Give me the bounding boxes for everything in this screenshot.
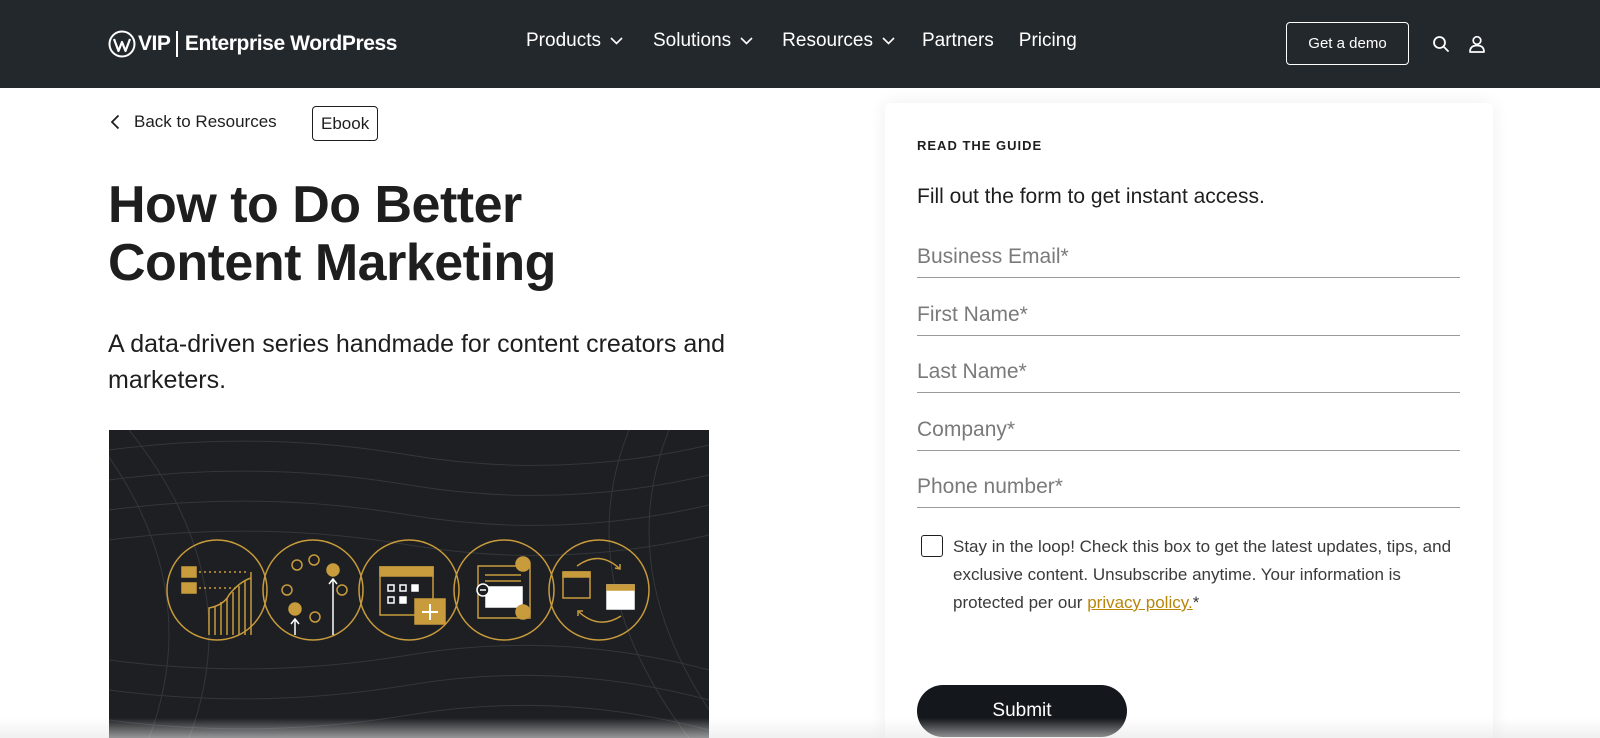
consent-checkbox[interactable] — [921, 535, 943, 557]
page-title: How to Do Better Content Marketing — [108, 176, 748, 292]
back-link-label: Back to Resources — [134, 112, 277, 131]
title-line-1: How to Do Better — [108, 176, 522, 234]
hero-illustration — [109, 430, 709, 738]
audience-icon — [262, 539, 364, 641]
main-nav: Products Solutions Resources Partners Pr… — [526, 30, 1077, 52]
lead-form-card: READ THE GUIDE Fill out the form to get … — [885, 103, 1493, 738]
consent-text: Stay in the loop! Check this box to get … — [953, 533, 1461, 617]
page-subtitle: A data-driven series handmade for conten… — [108, 330, 726, 394]
title-line-2: Content Marketing — [108, 234, 556, 292]
chevron-left-icon — [110, 114, 120, 130]
nav-label: Resources — [782, 30, 873, 51]
search-icon[interactable] — [1432, 35, 1450, 53]
phone-field — [917, 468, 1460, 508]
chevron-down-icon — [610, 37, 623, 45]
chevron-down-icon — [882, 37, 895, 45]
form-eyebrow: READ THE GUIDE — [917, 138, 1043, 153]
consent-body: Stay in the loop! Check this box to get … — [953, 537, 1452, 612]
nav-label: Partners — [921, 30, 994, 51]
nav-label: Products — [526, 30, 601, 51]
brand-divider — [176, 31, 178, 57]
company-input[interactable] — [917, 411, 1460, 449]
business-email-field — [917, 238, 1460, 278]
brand-logo[interactable]: VIP Enterprise WordPress — [108, 29, 397, 59]
privacy-policy-link[interactable]: privacy policy. — [1087, 593, 1193, 612]
back-to-resources-link[interactable]: Back to Resources — [110, 112, 277, 132]
user-icon[interactable] — [1468, 35, 1486, 53]
phone-input[interactable] — [917, 468, 1460, 506]
nav-item-resources[interactable]: Resources — [782, 30, 895, 52]
nav-item-pricing[interactable]: Pricing — [1019, 30, 1077, 52]
nav-label: Solutions — [652, 30, 732, 51]
hero-artwork — [109, 430, 709, 738]
submit-button[interactable]: Submit — [917, 685, 1127, 737]
business-email-input[interactable] — [917, 238, 1460, 276]
last-name-field — [917, 353, 1460, 393]
site-header: VIP Enterprise WordPress Products Soluti… — [0, 0, 1600, 88]
get-demo-button[interactable]: Get a demo — [1286, 22, 1409, 65]
growth-chart-icon — [166, 539, 268, 641]
last-name-input[interactable] — [917, 353, 1460, 391]
company-field — [917, 411, 1460, 451]
first-name-input[interactable] — [917, 296, 1460, 334]
content-sync-icon — [548, 539, 650, 641]
first-name-field — [917, 296, 1460, 336]
form-lead: Fill out the form to get instant access. — [917, 185, 1265, 208]
calendar-icon — [358, 539, 460, 641]
nav-item-partners[interactable]: Partners — [922, 30, 994, 52]
nav-item-products[interactable]: Products — [526, 30, 623, 52]
nav-label: Pricing — [1018, 30, 1077, 51]
brand-vip: VIP — [138, 32, 171, 55]
consent-row: Stay in the loop! Check this box to get … — [921, 533, 1461, 617]
brand-name: Enterprise WordPress — [184, 32, 398, 55]
chevron-down-icon — [740, 37, 753, 45]
consent-required-mark: * — [1192, 593, 1200, 612]
background-wave-lines — [109, 430, 709, 738]
wordpress-logo-icon — [108, 30, 136, 58]
content-type-badge: Ebook — [312, 106, 379, 141]
nav-item-solutions[interactable]: Solutions — [653, 30, 753, 52]
